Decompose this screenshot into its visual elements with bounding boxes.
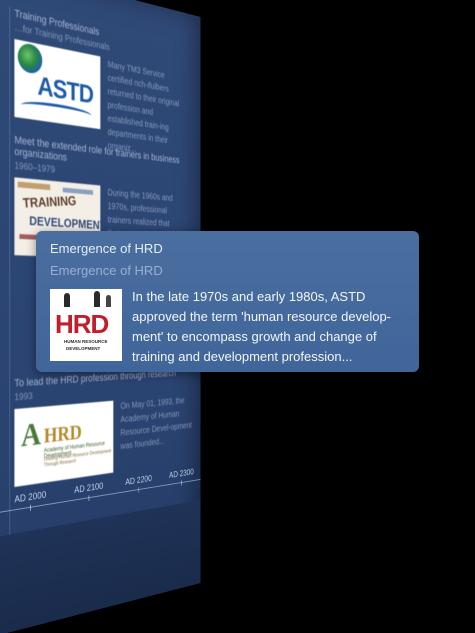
axis-tick-label[interactable]: AD 2300 <box>169 468 194 481</box>
hrd-logo-tag: DEVELOPMENT <box>66 346 101 351</box>
hrd-logo-tag: HUMAN RESOURCE <box>64 339 108 344</box>
timeline-floor <box>0 499 201 633</box>
thumb-word-training: TRAINING <box>22 192 77 211</box>
entry-excerpt: On May 01, 1993, the Academy of Human Re… <box>120 396 192 452</box>
thumb-word-development: DEVELOPMENT <box>29 213 101 233</box>
timeline-entry-ahrd[interactable]: To lead the HRD profession through resea… <box>14 367 193 487</box>
person-figure-icon <box>94 291 100 307</box>
timeline-viewer: Training Professionals …for Training Pro… <box>0 0 475 633</box>
person-figure-icon <box>106 295 111 307</box>
event-title: Emergence of HRD <box>50 241 163 256</box>
astd-logo-image: ASTD <box>14 39 101 130</box>
ahrd-logo-a: A <box>21 416 42 455</box>
person-figure-icon <box>64 293 70 307</box>
event-description: In the late 1970s and early 1980s, ASTD … <box>132 289 392 364</box>
event-subtitle: Emergence of HRD <box>50 263 163 278</box>
axis-tick-label[interactable]: AD 2000 <box>14 490 46 506</box>
entry-excerpt: Many TM3 Service certified nch-ifulbers … <box>107 59 180 155</box>
timeline-rail <box>9 6 11 535</box>
highlighted-event-card[interactable]: Emergence of HRD Emergence of HRD HRD HU… <box>36 231 419 372</box>
hrd-logo-image: HRD HUMAN RESOURCE DEVELOPMENT <box>50 289 122 361</box>
axis-tick-label[interactable]: AD 2200 <box>125 474 152 488</box>
axis-tick-label[interactable]: AD 2100 <box>74 481 103 496</box>
ahrd-logo-image: A HRD Academy of Human Resource Developm… <box>14 400 114 487</box>
hrd-logo-text: HRD <box>55 309 109 339</box>
